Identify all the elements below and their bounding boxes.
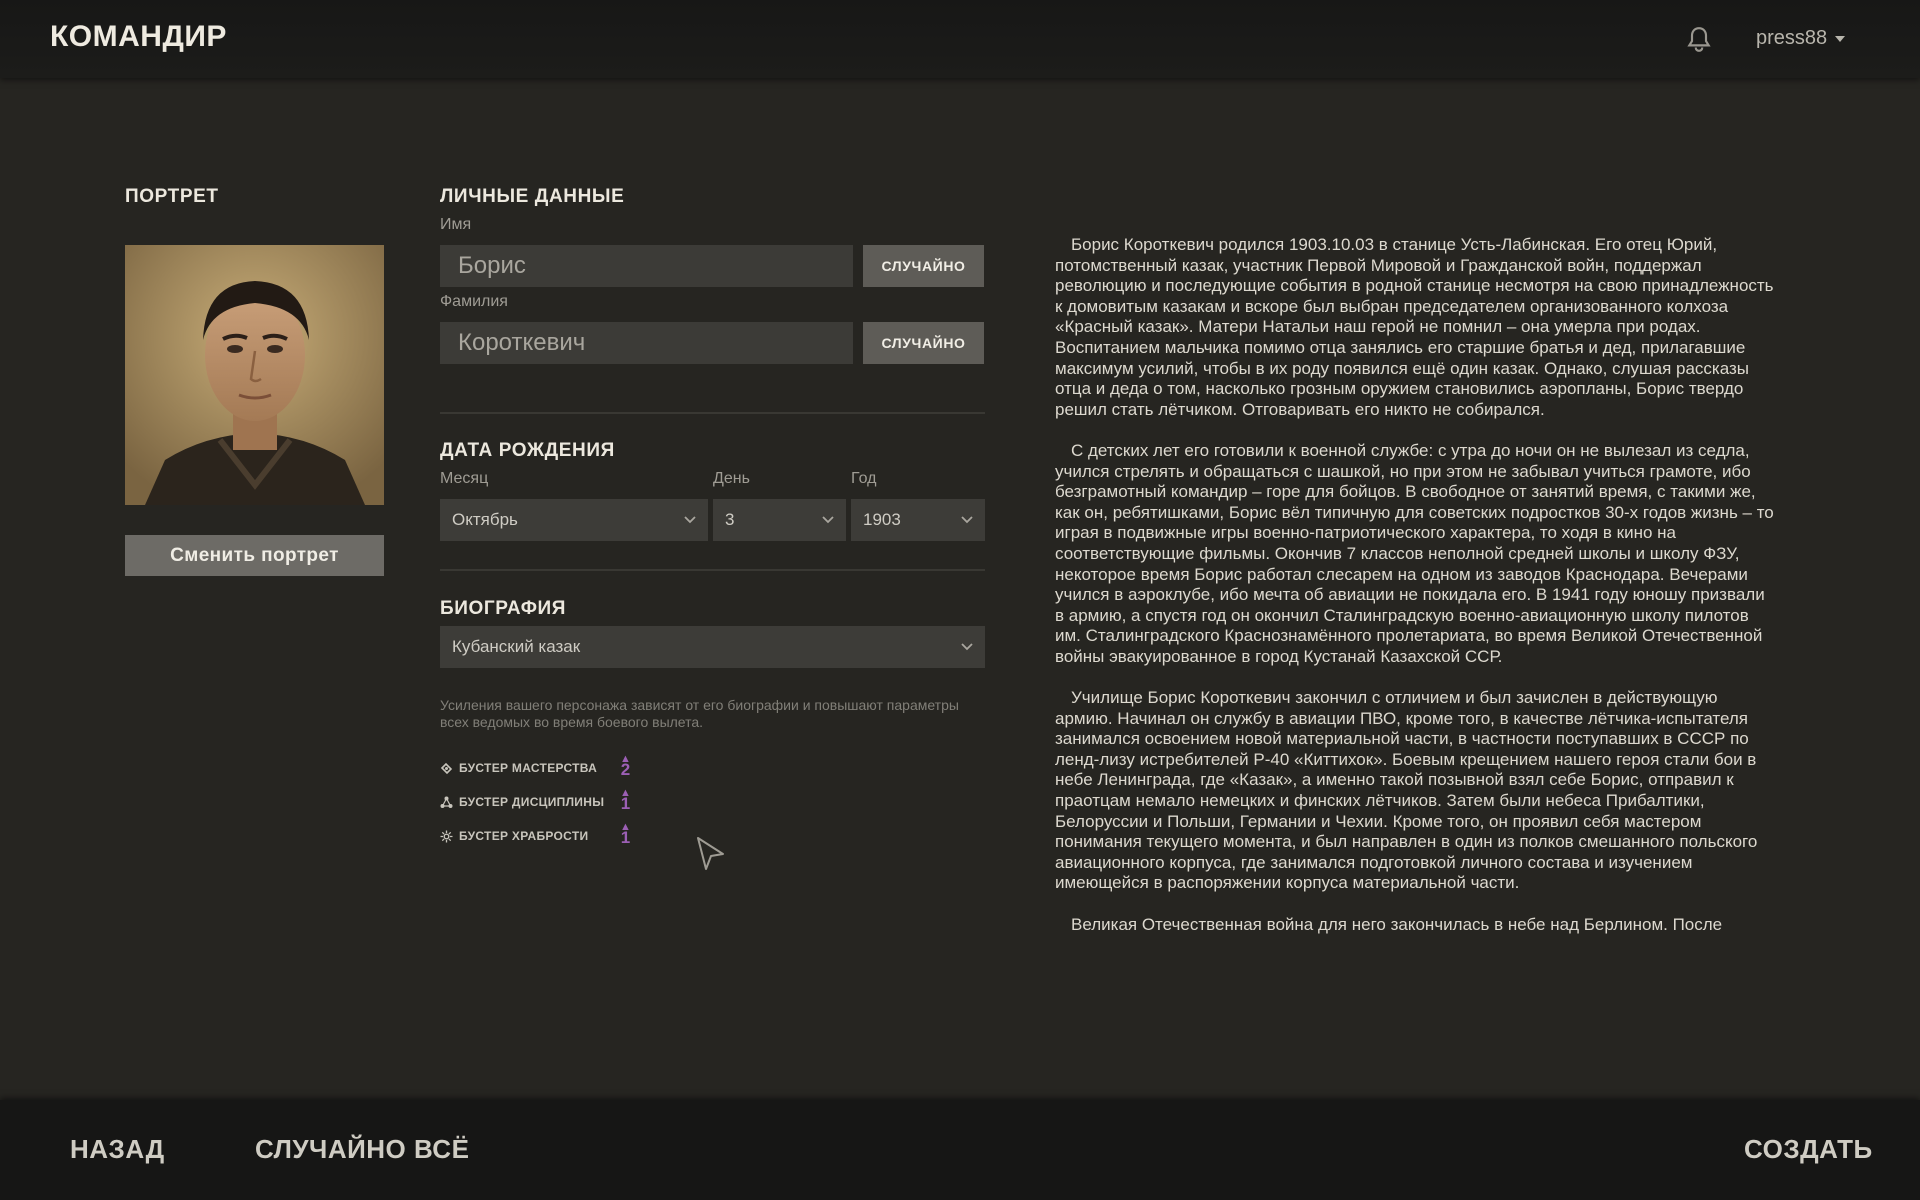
- biography-paragraph: С детских лет его готовили к военной слу…: [1055, 440, 1774, 666]
- year-select[interactable]: 1903: [851, 499, 985, 541]
- day-value: 3: [725, 510, 735, 529]
- chevron-down-icon: [961, 643, 973, 651]
- booster-label: БУСТЕР МАСТЕРСТВА: [459, 761, 598, 775]
- top-bar: КОМАНДИР press88: [0, 0, 1920, 78]
- bottom-bar: НАЗАД СЛУЧАЙНО ВСЁ СОЗДАТЬ: [0, 1100, 1920, 1200]
- last-name-label: Фамилия: [440, 293, 508, 310]
- biography-paragraph: Великая Отечественная война для него зак…: [1071, 914, 1723, 934]
- random-all-button[interactable]: СЛУЧАЙНО ВСЁ: [255, 1134, 469, 1165]
- booster-mastery-value: ▲ 2: [620, 754, 631, 779]
- booster-value: 2: [620, 760, 631, 779]
- discipline-icon: [440, 796, 453, 808]
- birth-date-title: ДАТА РОЖДЕНИЯ: [440, 440, 615, 461]
- personal-data-title: ЛИЧНЫЕ ДАННЫЕ: [440, 186, 625, 207]
- booster-value: 1: [620, 794, 631, 813]
- booster-discipline: БУСТЕР ДИСЦИПЛИНЫ: [440, 795, 604, 809]
- biography-paragraph: Борис Короткевич родился 1903.10.03 в ст…: [1055, 235, 1774, 419]
- booster-discipline-value: ▲ 1: [620, 788, 631, 813]
- month-select[interactable]: Октябрь: [440, 499, 708, 541]
- chevron-down-icon: [822, 516, 834, 524]
- day-select[interactable]: 3: [713, 499, 846, 541]
- last-name-input[interactable]: Короткевич: [440, 322, 853, 364]
- biography-value: Кубанский казак: [452, 637, 581, 656]
- user-menu[interactable]: press88: [1756, 27, 1846, 50]
- booster-courage: БУСТЕР ХРАБРОСТИ: [440, 829, 588, 843]
- username: press88: [1756, 27, 1828, 49]
- create-button[interactable]: СОЗДАТЬ: [1744, 1134, 1873, 1165]
- random-last-name-button[interactable]: СЛУЧАЙНО: [863, 322, 984, 364]
- biography-title: БИОГРАФИЯ: [440, 598, 567, 619]
- mastery-icon: [440, 762, 453, 774]
- booster-label: БУСТЕР ДИСЦИПЛИНЫ: [459, 795, 605, 809]
- booster-label: БУСТЕР ХРАБРОСТИ: [459, 829, 589, 843]
- bell-icon[interactable]: [1686, 26, 1712, 54]
- mouse-pointer-icon: [697, 837, 724, 870]
- divider: [440, 412, 985, 414]
- divider: [440, 569, 985, 571]
- chevron-down-icon: [961, 516, 973, 524]
- caret-down-icon: [1835, 35, 1846, 42]
- month-value: Октябрь: [452, 510, 518, 529]
- booster-courage-value: ▲ 1: [620, 822, 631, 847]
- month-label: Месяц: [440, 470, 489, 487]
- random-first-name-button[interactable]: СЛУЧАЙНО: [863, 245, 984, 287]
- biography-text: Борис Короткевич родился 1903.10.03 в ст…: [1055, 235, 1775, 1005]
- day-label: День: [713, 470, 750, 487]
- courage-icon: [440, 830, 453, 842]
- biography-paragraph: Училище Борис Короткевич закончил с отли…: [1055, 688, 1758, 893]
- biography-select[interactable]: Кубанский казак: [440, 626, 985, 668]
- booster-value: 1: [620, 828, 631, 847]
- booster-mastery: БУСТЕР МАСТЕРСТВА: [440, 761, 597, 775]
- portrait-face-icon: [125, 245, 384, 505]
- app-title: КОМАНДИР: [50, 20, 227, 53]
- biography-hint: Усиления вашего персонажа зависят от его…: [440, 697, 959, 730]
- back-button[interactable]: НАЗАД: [70, 1134, 165, 1165]
- portrait-image: [125, 245, 384, 505]
- first-name-input[interactable]: Борис: [440, 245, 853, 287]
- year-value: 1903: [863, 510, 901, 529]
- year-label: Год: [851, 470, 877, 487]
- portrait-title: ПОРТРЕТ: [125, 186, 219, 207]
- first-name-label: Имя: [440, 216, 472, 233]
- chevron-down-icon: [684, 516, 696, 524]
- change-portrait-button[interactable]: Сменить портрет: [125, 535, 384, 576]
